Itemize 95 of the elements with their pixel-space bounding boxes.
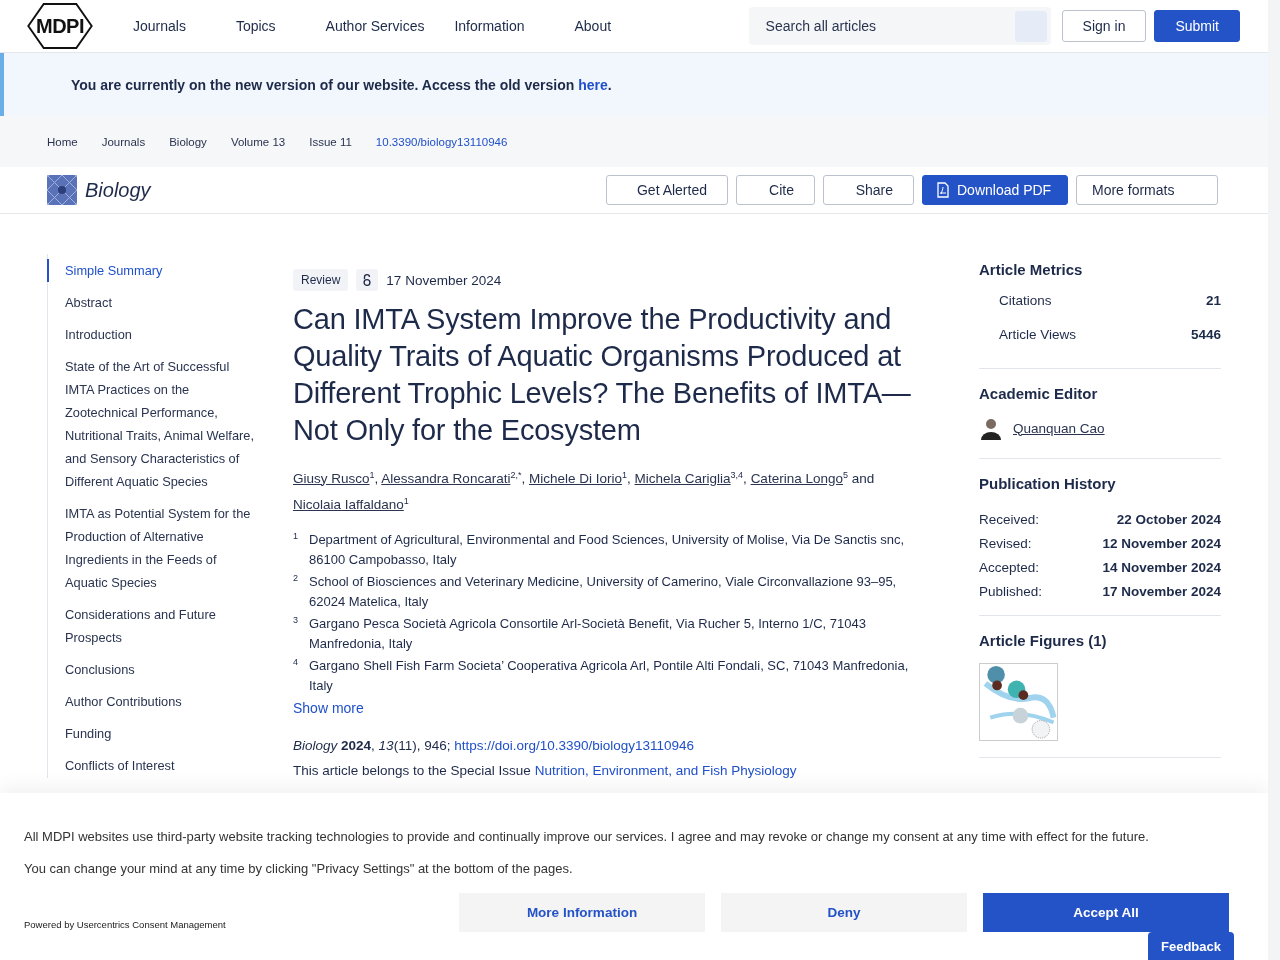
nav-link[interactable]: Author Services — [325, 18, 425, 34]
action-button[interactable]: Cite — [736, 175, 815, 205]
consent-text: You can change your mind at any time by clicking "Privacy Settings" at the bottom of the pages. — [24, 861, 574, 876]
citation-text: Biology 2024, 13(11), 946; — [293, 738, 452, 753]
publication-date: 17 November 2024 — [386, 272, 502, 288]
separator: , — [627, 470, 631, 486]
affiliation-text: Department of Agricultural, Environmental and Food Sciences, University of Molise, Via De Sanctis snc, 86100 Campobasso, Italy — [309, 531, 906, 569]
powered-by-text: Powered by Usercentrics Consent Management — [24, 919, 226, 930]
affiliation-mark: 1 — [403, 495, 409, 506]
open-access-icon — [356, 269, 379, 291]
affiliation-mark: 1 — [369, 469, 375, 479]
affiliation-number: 3 — [293, 614, 299, 627]
sign-in-button[interactable]: Sign in — [1061, 10, 1147, 42]
toc-link[interactable]: Funding — [47, 722, 260, 745]
metric-value: 21 — [1205, 292, 1221, 310]
affiliation-mark: 1 — [622, 469, 627, 479]
section-heading: Article Figures (1) — [979, 632, 1108, 649]
section-heading: Publication History — [979, 475, 1117, 492]
author-link[interactable]: Nicolaia Iaffaldano — [293, 497, 404, 512]
action-button[interactable]: Share — [823, 175, 914, 205]
section-heading: Academic Editor — [979, 385, 1099, 402]
show-more-link[interactable]: Show more — [293, 700, 923, 716]
action-button[interactable]: More formats — [1076, 175, 1218, 205]
nav-link[interactable]: Topics — [235, 18, 276, 34]
accept-all-button[interactable]: Accept All — [983, 893, 1229, 932]
history-date: 12 November 2024 — [1102, 536, 1221, 551]
more-information-button[interactable]: More Information — [459, 893, 705, 932]
affiliation-number: 4 — [293, 656, 299, 669]
mdpi-logo[interactable]: MDPI — [25, 2, 95, 50]
toc-link[interactable]: Abstract — [47, 291, 260, 314]
history-date: 17 November 2024 — [1102, 584, 1221, 599]
history-date: 14 November 2024 — [1102, 560, 1221, 575]
toc-link[interactable]: Conflicts of Interest — [47, 754, 260, 777]
metric-value: 5446 — [1190, 326, 1221, 344]
affiliation-number: 1 — [293, 530, 299, 543]
affiliation-text: Gargano Pesca Società Agricola Consortile Arl-Società Benefit, Via Rucher 5, Interno 1/C, 71043 Manfredonia, Italy — [309, 615, 867, 653]
separator: , — [743, 470, 747, 486]
affiliation-text: Gargano Shell Fish Farm Societa’ Cooperativa Agricola Arl, Pontile Alti Fondali, SC, 71043 Manfredonia, Italy — [309, 657, 910, 695]
action-button[interactable]: Get Alerted — [606, 175, 728, 205]
journal-name[interactable]: Biology — [85, 178, 151, 202]
nav-link[interactable]: Journals — [133, 18, 186, 34]
history-label: Received: — [979, 512, 1040, 527]
author-link[interactable]: Caterina Longo — [750, 470, 843, 486]
toc-link[interactable]: Conclusions — [47, 658, 260, 681]
author-link[interactable]: Michele Di Iorio — [528, 470, 622, 486]
separator: , — [521, 470, 526, 486]
submit-button[interactable]: Submit — [1154, 10, 1240, 42]
search-field[interactable]: Search all articles — [748, 7, 1051, 45]
affiliation-text: School of Biosciences and Veterinary Medicine, University of Camerino, Viale Circonvallazione 93–95, 62024 Matelica, Italy — [309, 573, 898, 611]
section-heading: Article Metrics — [979, 261, 1084, 278]
history-label: Revised: — [979, 536, 1032, 551]
affiliation-mark: 2,* — [510, 469, 522, 479]
conjunction-text: and — [851, 470, 875, 486]
breadcrumb-link[interactable]: Journals — [101, 135, 146, 148]
breadcrumb-link[interactable]: 10.3390/biology13110946 — [375, 135, 508, 148]
toc-link[interactable]: Introduction — [47, 323, 260, 346]
toc-link[interactable]: Simple Summary — [47, 259, 260, 282]
metric-label: Article Views — [999, 326, 1077, 344]
old-version-link[interactable]: here — [578, 76, 608, 93]
affiliation-mark: 3,4 — [730, 469, 744, 479]
breadcrumb-link[interactable]: Volume 13 — [230, 135, 286, 148]
pdf-icon — [937, 182, 949, 198]
journal-logo-icon — [47, 175, 77, 205]
toc-link[interactable]: Considerations and Future Prospects — [47, 603, 260, 649]
search-input[interactable]: Search all articles — [763, 17, 1015, 35]
history-label: Published: — [979, 584, 1043, 599]
deny-button[interactable]: Deny — [721, 893, 967, 932]
history-date: 22 October 2024 — [1116, 512, 1221, 527]
toc-link[interactable]: Author Contributions — [47, 690, 260, 713]
special-issue-text: This article belongs to the Special Issue — [293, 763, 532, 778]
separator: , — [374, 470, 379, 486]
toc-link[interactable]: IMTA as Potential System for the Production of Alternative Ingredients in the Feeds of Aquatic Species — [47, 502, 260, 594]
breadcrumb-link[interactable]: Biology — [169, 135, 207, 148]
notice-text: You are currently on the new version of our website. Access the old version — [71, 76, 576, 93]
article-title: Can IMTA System Improve the Productivity and Quality Traits of Aquatic Organisms Produced at Different Trophic Levels? The Benefits of IMTA—Not Only for the Ecosystem — [293, 302, 912, 448]
article-type-tag: Review — [293, 269, 349, 291]
nav-link[interactable]: Information — [454, 18, 525, 34]
author-link[interactable]: Giusy Rusco — [293, 470, 370, 486]
notice-text: . — [607, 76, 612, 93]
action-button[interactable]: Download PDF — [922, 175, 1068, 205]
author-link[interactable]: Michela Cariglia — [634, 470, 731, 486]
feedback-button[interactable]: Feedback — [1148, 932, 1234, 960]
breadcrumb-link[interactable]: Home — [47, 135, 78, 148]
history-label: Accepted: — [979, 560, 1040, 575]
toc-link[interactable]: State of the Art of Successful IMTA Practices on the Zootechnical Performance, Nutritional Traits, Animal Welfare, and Sensory Characteristics of Different Aquatic Species — [47, 355, 260, 493]
nav-link[interactable]: About — [574, 18, 612, 34]
consent-text: All MDPI websites use third-party website tracking technologies to provide and continually improve our services. I agree and may revoke or change my consent at any time with effect for the future. — [24, 829, 1150, 844]
doi-link[interactable]: https://doi.org/10.3390/biology13110946 — [454, 738, 695, 753]
avatar-icon — [979, 416, 1003, 440]
breadcrumb-link[interactable]: Issue 11 — [309, 135, 352, 148]
affiliation-number: 2 — [293, 572, 299, 585]
metric-label: Citations — [999, 292, 1052, 310]
special-issue-link[interactable]: Nutrition, Environment, and Fish Physiology — [534, 763, 797, 778]
editor-link[interactable]: Quanquan Cao — [1013, 420, 1105, 436]
affiliation-mark: 5 — [842, 469, 848, 479]
